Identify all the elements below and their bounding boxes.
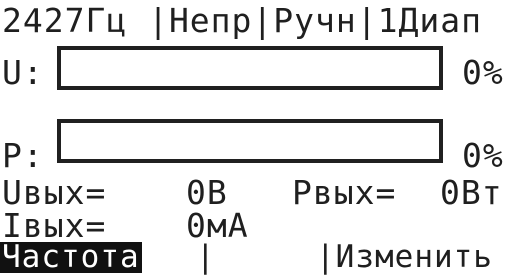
softkey-separator: | [196,239,216,275]
u-level-bar [57,46,443,90]
softkey-change[interactable]: |Изменить [316,242,493,273]
uout-label: Uвых= [2,173,107,212]
pout-value: 0Вт [440,173,503,212]
p-level-bar [57,119,443,163]
p-label: P: [2,136,44,175]
p-percent: 0% [462,136,504,175]
iout-value: 0мА [186,206,249,245]
u-label: U: [2,53,44,92]
lcd-screen: 2427Гц |Непр|Ручн|1Диап U: 0% P: 0% Uвых… [0,0,528,273]
iout-label: Iвых= [2,206,107,245]
softkey-frequency[interactable]: Частота [0,242,142,273]
u-percent: 0% [462,53,504,92]
pout-label: Pвых= [292,173,397,212]
status-line: 2427Гц |Непр|Ручн|1Диап [2,1,482,40]
uout-value: 0В [186,173,228,212]
